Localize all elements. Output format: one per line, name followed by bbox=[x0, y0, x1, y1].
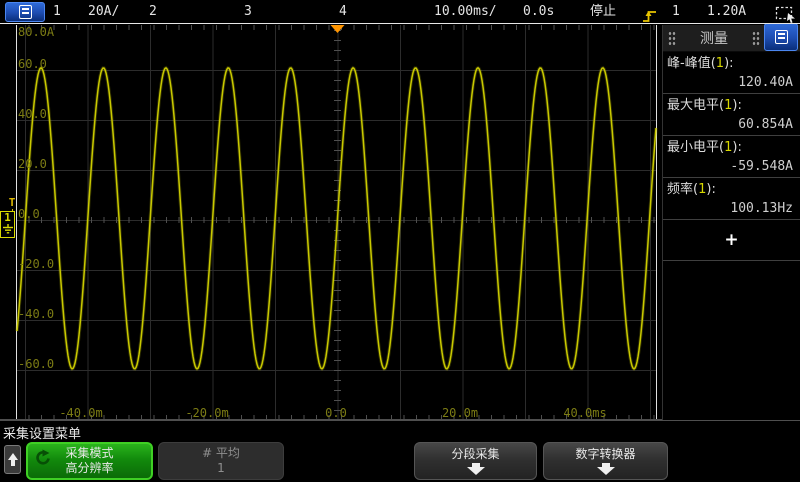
measurement-panel: 测量 峰-峰值(1): 120.40A 最大电平(1): 60.854A 最小电… bbox=[662, 25, 800, 420]
softkey-label: 分段采集 bbox=[451, 447, 499, 462]
softkey-label: 采集模式 bbox=[65, 446, 113, 461]
x-axis-label: -20.0m bbox=[185, 407, 228, 419]
main-menu-button[interactable] bbox=[5, 2, 45, 22]
add-measurement-button[interactable]: + bbox=[724, 230, 738, 250]
measurement-label: 最大电平(1): bbox=[667, 98, 796, 113]
y-axis-label: 40.0 bbox=[18, 108, 47, 120]
x-axis-label: 20.0m bbox=[442, 407, 478, 419]
measurement-value: -59.548A bbox=[667, 159, 796, 174]
measurement-label: 峰-峰值(1): bbox=[667, 56, 796, 71]
channel-1-ground-marker[interactable]: 1 bbox=[0, 211, 15, 238]
measurement-label: 最小电平(1): bbox=[667, 140, 796, 155]
softkey-acq-mode[interactable]: 采集模式 高分辨率 bbox=[26, 442, 153, 480]
x-axis-label: 40.0ms bbox=[563, 407, 606, 419]
ground-icon bbox=[2, 224, 14, 234]
hamburger-menu-icon bbox=[19, 5, 32, 19]
measurement-value: 100.13Hz bbox=[667, 201, 796, 216]
softkey-value: 1 bbox=[217, 461, 225, 476]
softkey-digitizer[interactable]: 数字转换器 bbox=[543, 442, 668, 480]
measurement-row-freq[interactable]: 频率(1): 100.13Hz bbox=[663, 178, 800, 220]
measurement-label: 频率(1): bbox=[667, 182, 796, 197]
cursor-select-icon[interactable] bbox=[775, 3, 797, 27]
hamburger-menu-icon bbox=[775, 30, 788, 44]
x-axis-label: 0.0 bbox=[325, 407, 347, 419]
x-axis-label: -40.0m bbox=[59, 407, 102, 419]
trigger-source-badge[interactable]: 1 bbox=[672, 0, 680, 24]
trigger-slope-icon[interactable] bbox=[642, 4, 658, 28]
channel-1-badge[interactable]: 1 bbox=[53, 0, 61, 24]
oscilloscope-screen: 1 20A/ 2 3 4 10.00ms/ 0.0s 停止 1 1.20A 80… bbox=[0, 0, 800, 482]
delay-display[interactable]: 0.0s bbox=[523, 0, 554, 24]
measurement-row-vpp[interactable]: 峰-峰值(1): 120.40A bbox=[663, 52, 800, 94]
y-axis-label: 80.0A bbox=[18, 26, 54, 38]
softkey-menu-bar: 采集设置菜单 采集模式 高分辨率 # 平均 1 分段采集 bbox=[0, 420, 800, 482]
channel-4-badge[interactable]: 4 bbox=[339, 0, 347, 24]
menu-title: 采集设置菜单 bbox=[3, 423, 81, 442]
measurement-row-min[interactable]: 最小电平(1): -59.548A bbox=[663, 136, 800, 178]
softkey-label: 数字转换器 bbox=[575, 447, 635, 462]
grip-dots-icon[interactable] bbox=[752, 31, 760, 46]
softkey-averaging[interactable]: # 平均 1 bbox=[158, 442, 284, 480]
measurement-value: 60.854A bbox=[667, 117, 796, 132]
top-status-bar: 1 20A/ 2 3 4 10.00ms/ 0.0s 停止 1 1.20A bbox=[0, 0, 800, 24]
trigger-level-display[interactable]: 1.20A bbox=[707, 0, 746, 24]
channel-1-scale[interactable]: 20A/ bbox=[88, 0, 119, 24]
measurement-menu-button[interactable] bbox=[764, 23, 798, 51]
softkey-label: # 平均 bbox=[202, 446, 240, 461]
down-arrow-icon bbox=[467, 463, 485, 475]
softkey-segmented-acq[interactable]: 分段采集 bbox=[414, 442, 537, 480]
measurement-panel-title: 测量 bbox=[676, 28, 752, 48]
measurement-value: 120.40A bbox=[667, 75, 796, 90]
y-axis-label: -60.0 bbox=[18, 358, 54, 370]
channel-2-badge[interactable]: 2 bbox=[149, 0, 157, 24]
y-axis-label: 0.0 bbox=[18, 208, 40, 220]
y-axis-label: -20.0 bbox=[18, 258, 54, 270]
menu-back-button[interactable] bbox=[4, 445, 21, 474]
up-arrow-icon bbox=[8, 453, 18, 466]
y-axis-label: -40.0 bbox=[18, 308, 54, 320]
y-axis-label: 60.0 bbox=[18, 58, 47, 70]
timebase-display[interactable]: 10.00ms/ bbox=[434, 0, 497, 24]
add-measurement-row: + bbox=[663, 220, 800, 261]
softkey-value: 高分辨率 bbox=[65, 461, 113, 476]
channel-3-badge[interactable]: 3 bbox=[244, 0, 252, 24]
measurement-row-max[interactable]: 最大电平(1): 60.854A bbox=[663, 94, 800, 136]
run-state-display[interactable]: 停止 bbox=[590, 0, 616, 24]
measurement-panel-header: 测量 bbox=[663, 25, 800, 52]
down-arrow-icon bbox=[597, 463, 615, 475]
y-axis-label: 20.0 bbox=[18, 158, 47, 170]
cycle-icon bbox=[33, 449, 51, 471]
grip-dots-icon[interactable] bbox=[668, 31, 676, 46]
